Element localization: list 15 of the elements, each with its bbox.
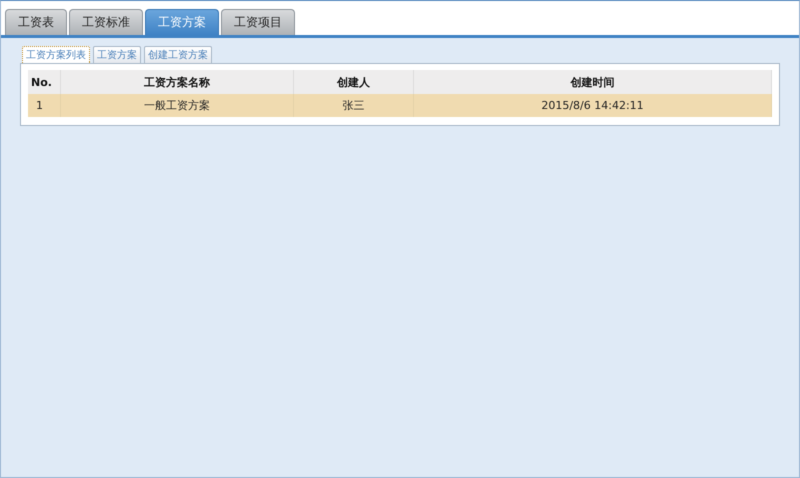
tab[interactable]: 工资标准 bbox=[69, 9, 143, 35]
column-header: 创建时间 bbox=[414, 70, 772, 94]
table-cell: 2015/8/6 14:42:11 bbox=[414, 94, 772, 117]
column-header: 工资方案名称 bbox=[60, 70, 294, 94]
table-cell: 一般工资方案 bbox=[60, 94, 294, 117]
tab[interactable]: 工资表 bbox=[5, 9, 67, 35]
tab[interactable]: 工资方案 bbox=[93, 46, 141, 63]
tab[interactable]: 工资项目 bbox=[221, 9, 295, 35]
tab[interactable]: 创建工资方案 bbox=[144, 46, 212, 63]
table-cell: 1 bbox=[28, 94, 60, 117]
table-cell: 张三 bbox=[294, 94, 414, 117]
column-header: No. bbox=[28, 70, 60, 94]
table-row[interactable]: 1 一般工资方案 张三 2015/8/6 14:42:11 bbox=[28, 94, 772, 117]
tab[interactable]: 工资方案列表 bbox=[22, 46, 90, 63]
column-header: 创建人 bbox=[294, 70, 414, 94]
